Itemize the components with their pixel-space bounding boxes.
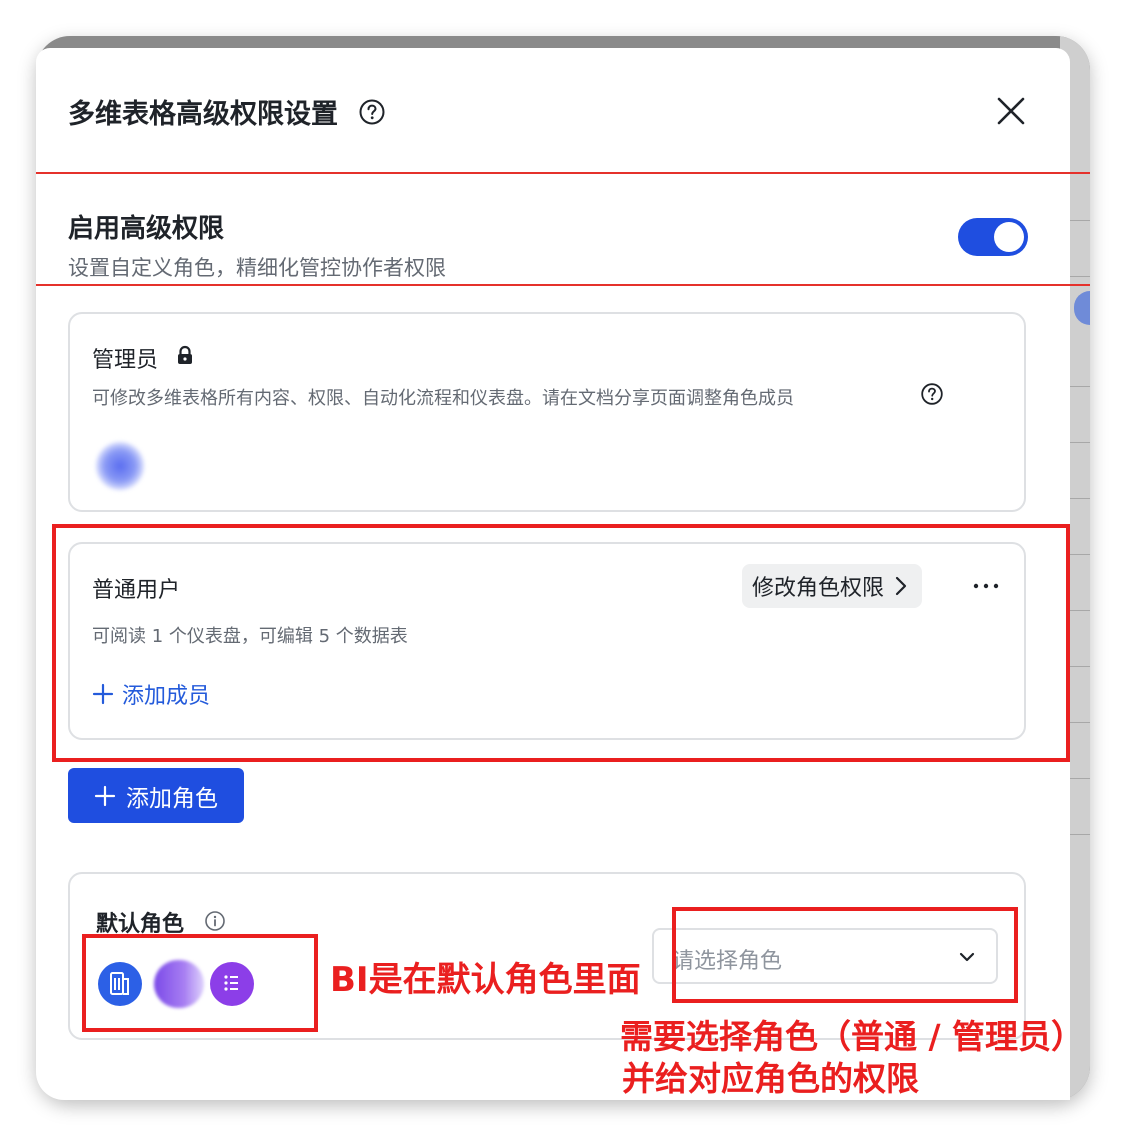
plus-icon [92,683,114,705]
list-app-icon[interactable] [210,962,254,1006]
role-select-placeholder: 请选择角色 [672,949,783,974]
list-icon [224,975,238,991]
modify-role-permission-label: 修改角色权限 [752,576,885,601]
close-icon[interactable] [994,94,1028,128]
default-role-select[interactable]: 请选择角色 [652,928,998,984]
annotation-line-top [36,172,1090,174]
advanced-permission-title: 启用高级权限 [68,214,225,244]
annotation-line-bottom [36,284,1090,286]
avatar[interactable] [96,442,144,490]
add-member-label: 添加成员 [122,684,211,709]
building-icon [110,972,129,995]
app-icon[interactable] [154,960,204,1008]
info-icon[interactable] [204,910,226,932]
more-icon[interactable] [970,574,1002,598]
lock-icon [178,345,192,364]
annotation-select-note-line2: 并给对应角色的权限 [622,1059,919,1098]
permission-dialog: 多维表格高级权限设置 启用高级权限 设置自定义角色，精细化管控协作者权限 管理员… [36,48,1090,1100]
chevron-down-icon [959,952,975,962]
modify-role-permission-button[interactable]: 修改角色权限 [742,564,923,608]
annotation-select-note-line1: 需要选择角色（普通 / 管理员） [620,1017,1085,1056]
plus-icon [94,785,116,806]
dialog-title: 多维表格高级权限设置 [68,99,338,130]
add-role-label: 添加角色 [126,785,218,812]
help-circle-icon[interactable] [358,98,386,126]
add-member-button[interactable]: 添加成员 [92,678,210,710]
advanced-permission-toggle[interactable] [958,218,1028,256]
role-description-admin: 可修改多维表格所有内容、权限、自动化流程和仪表盘。请在文档分享页面调整角色成员 [92,388,794,409]
advanced-permission-description: 设置自定义角色，精细化管控协作者权限 [68,256,446,280]
add-role-button[interactable]: 添加角色 [68,768,244,823]
bi-app-icon[interactable] [98,962,142,1006]
default-role-title: 默认角色 [96,912,185,937]
annotation-bi-note: BI是在默认角色里面 [330,960,641,1000]
role-card-admin: 管理员 可修改多维表格所有内容、权限、自动化流程和仪表盘。请在文档分享页面调整角… [68,312,1026,512]
role-name-user: 普通用户 [92,578,181,603]
role-description-user: 可阅读 1 个仪表盘，可编辑 5 个数据表 [92,626,408,647]
role-name-admin: 管理员 [92,348,159,373]
help-circle-icon[interactable] [920,382,944,406]
chevron-right-icon [895,576,907,596]
role-card-user: 普通用户 修改角色权限 可阅读 1 个仪表盘，可编辑 5 个数据表 添加成员 [68,542,1026,740]
toggle-knob [994,222,1024,252]
